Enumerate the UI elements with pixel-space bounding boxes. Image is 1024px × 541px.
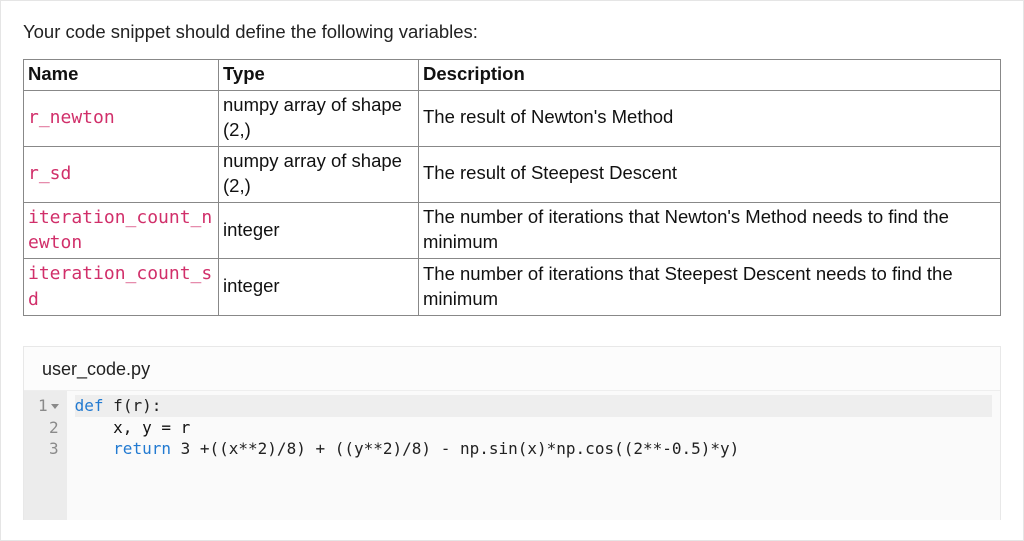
line-number: 2	[38, 417, 59, 439]
table-row: r_newton numpy array of shape (2,) The r…	[24, 90, 1001, 146]
var-name: iteration_count_sd	[28, 263, 212, 309]
var-desc-cell: The number of iterations that Newton's M…	[419, 202, 1001, 259]
table-row: r_sd numpy array of shape (2,) The resul…	[24, 146, 1001, 202]
line-number-gutter: 1 2 3	[24, 391, 67, 520]
var-type-cell: numpy array of shape (2,)	[219, 90, 419, 146]
code-line: x, y = r	[75, 417, 992, 439]
var-name-cell: iteration_count_newton	[24, 202, 219, 259]
col-header-type: Type	[219, 60, 419, 91]
var-type-cell: numpy array of shape (2,)	[219, 146, 419, 202]
var-name-cell: iteration_count_sd	[24, 259, 219, 316]
table-header-row: Name Type Description	[24, 60, 1001, 91]
code-line: def f(r):	[75, 395, 992, 417]
var-name-cell: r_sd	[24, 146, 219, 202]
code-body: 1 2 3 def f(r): x, y = r return 3 +((x**…	[24, 391, 1000, 520]
table-row: iteration_count_newton integer The numbe…	[24, 202, 1001, 259]
col-header-desc: Description	[419, 60, 1001, 91]
var-name-cell: r_newton	[24, 90, 219, 146]
var-type-cell: integer	[219, 202, 419, 259]
code-content[interactable]: def f(r): x, y = r return 3 +((x**2)/8) …	[67, 391, 1000, 520]
var-desc-cell: The result of Newton's Method	[419, 90, 1001, 146]
variables-table: Name Type Description r_newton numpy arr…	[23, 59, 1001, 316]
var-desc-cell: The number of iterations that Steepest D…	[419, 259, 1001, 316]
intro-text: Your code snippet should define the foll…	[23, 21, 1001, 43]
var-name: r_sd	[28, 163, 71, 184]
code-editor[interactable]: user_code.py 1 2 3 def f(r): x, y = r re…	[23, 346, 1001, 520]
col-header-name: Name	[24, 60, 219, 91]
code-filename: user_code.py	[24, 347, 1000, 391]
fold-icon[interactable]	[51, 404, 59, 409]
page-container: Your code snippet should define the foll…	[0, 0, 1024, 541]
var-name: iteration_count_newton	[28, 207, 212, 253]
var-type-cell: integer	[219, 259, 419, 316]
var-name: r_newton	[28, 107, 115, 128]
line-number: 1	[38, 395, 59, 417]
line-number: 3	[38, 438, 59, 460]
code-line: return 3 +((x**2)/8) + ((y**2)/8) - np.s…	[75, 438, 992, 460]
var-desc-cell: The result of Steepest Descent	[419, 146, 1001, 202]
table-row: iteration_count_sd integer The number of…	[24, 259, 1001, 316]
